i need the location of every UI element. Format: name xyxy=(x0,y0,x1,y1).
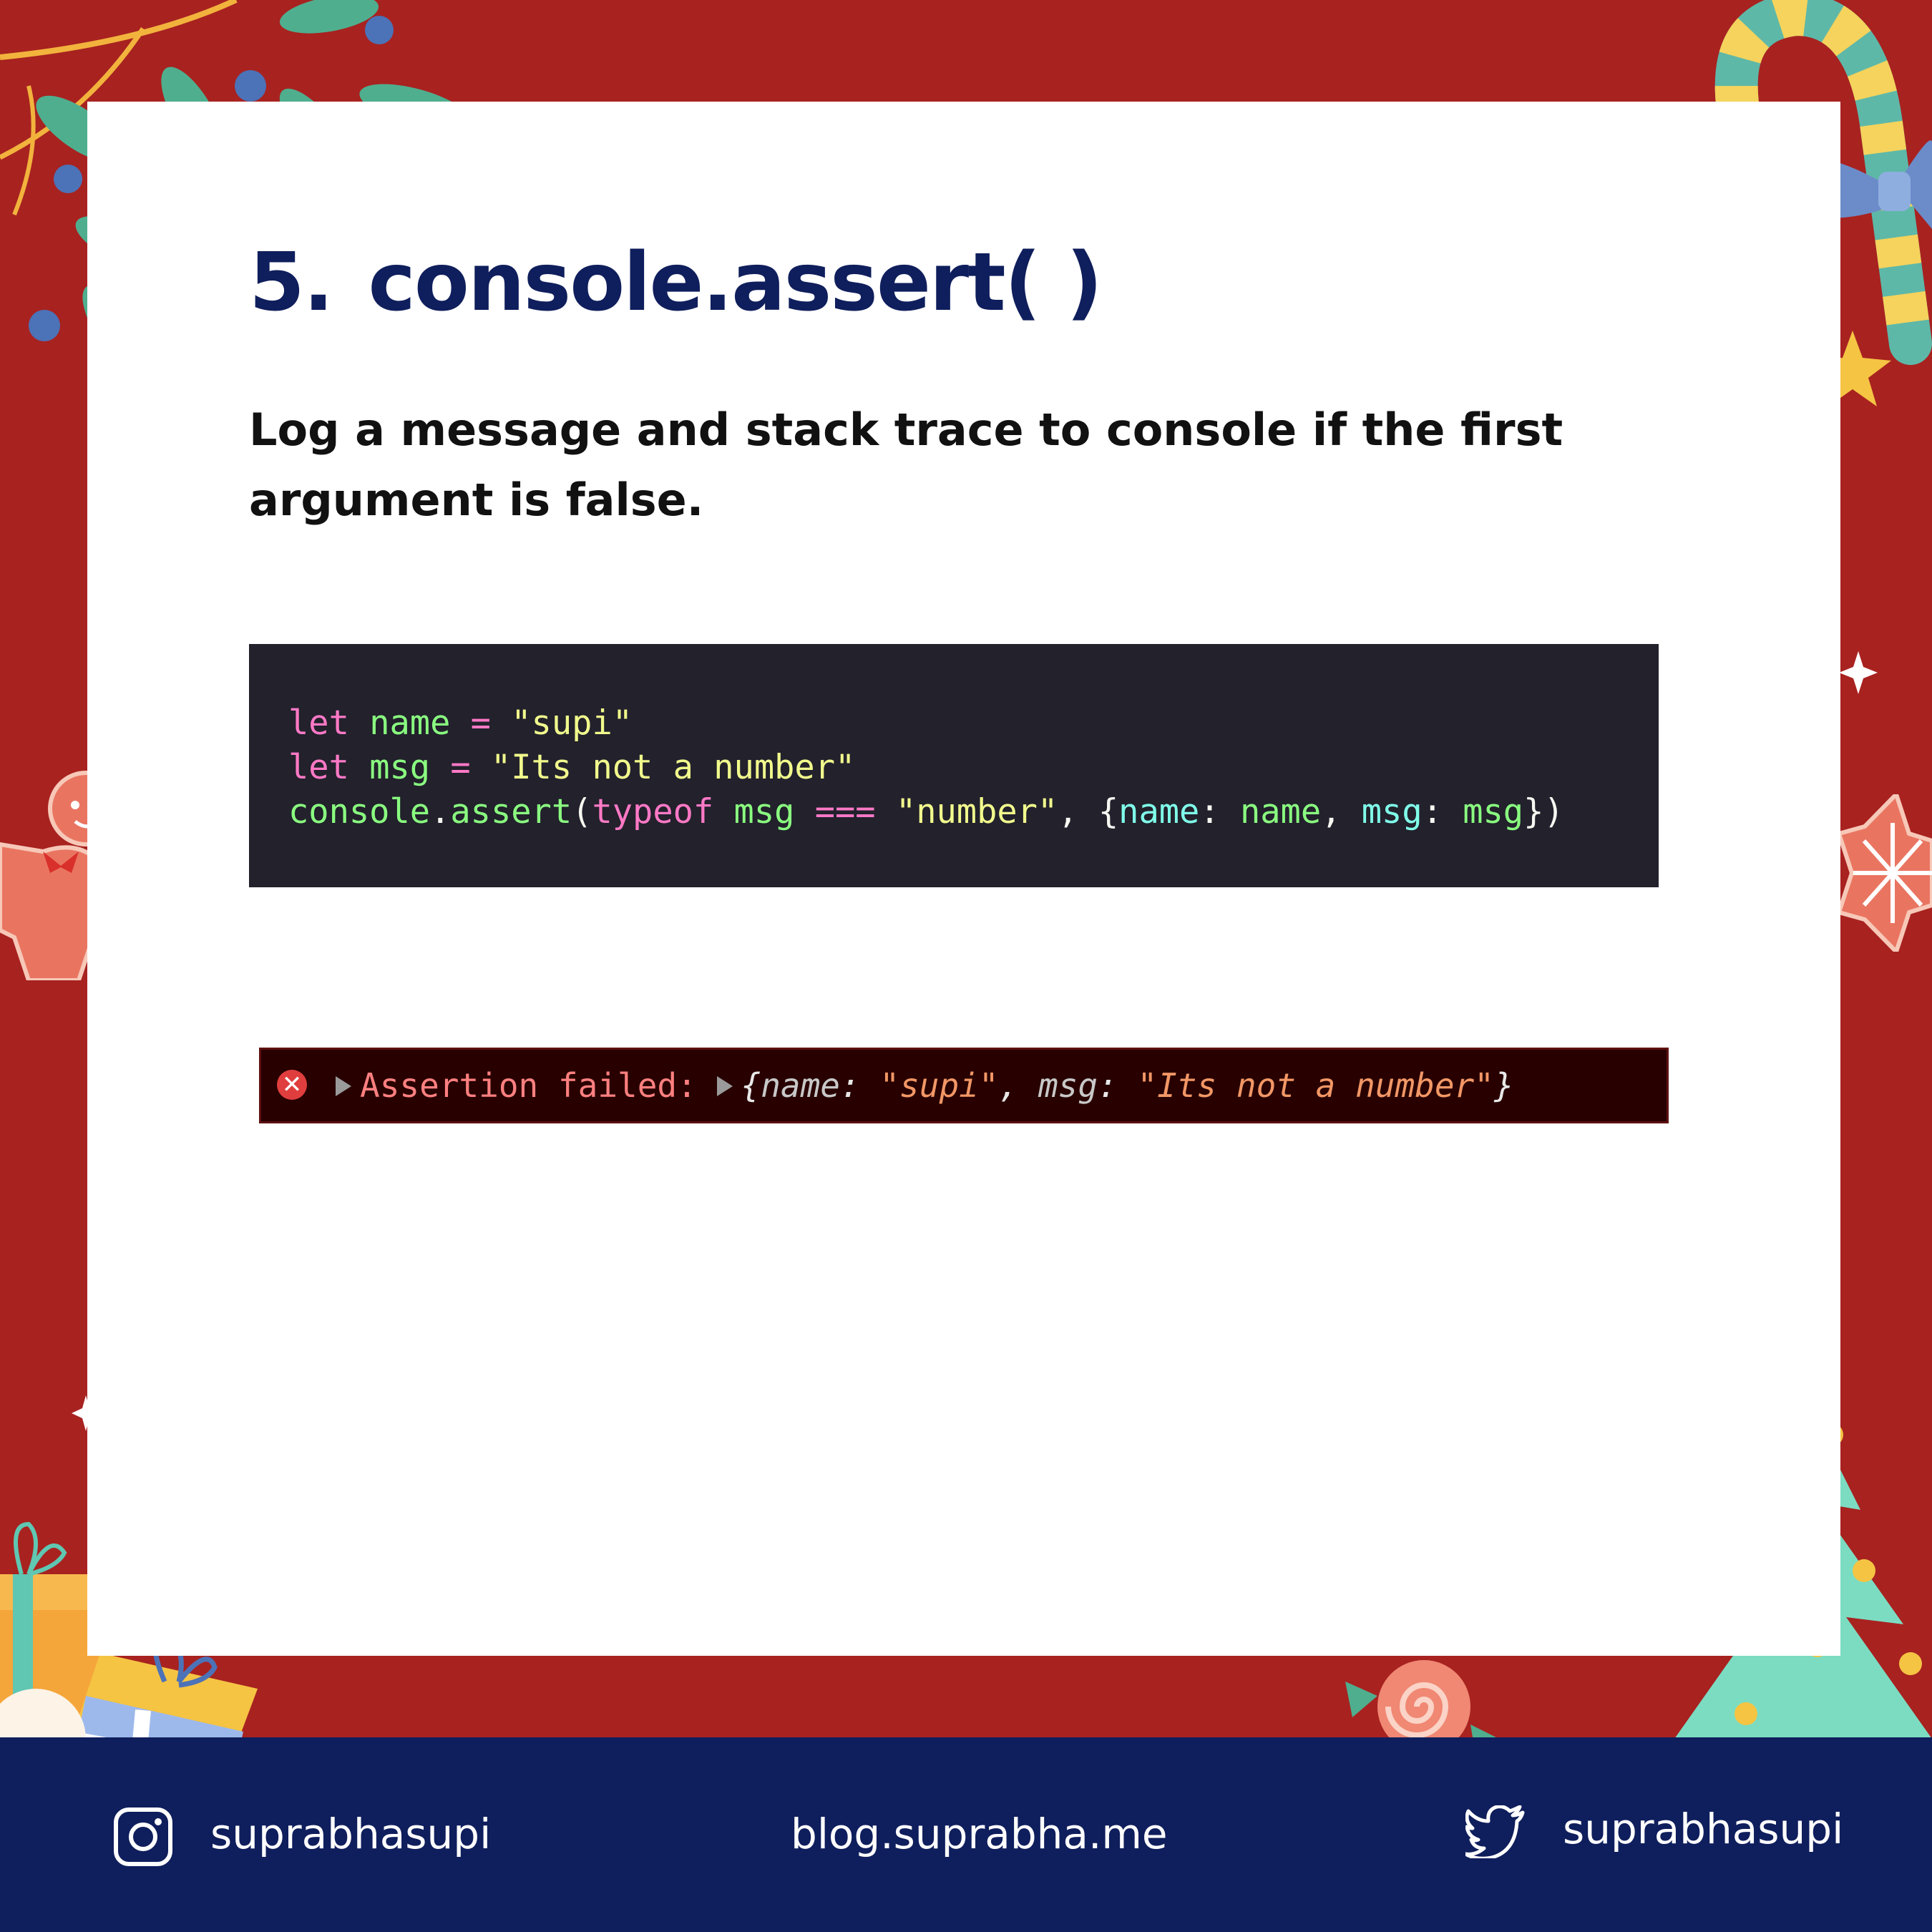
code-token: msg xyxy=(369,748,431,787)
twitter-icon xyxy=(1463,1805,1525,1860)
code-token: msg xyxy=(1361,792,1423,831)
slide-title: 5. console.assert( ) xyxy=(249,236,1103,329)
error-message: Assertion failed: {name: "supi", msg: "I… xyxy=(336,1050,1514,1121)
code-token: = xyxy=(450,703,512,743)
code-token: : xyxy=(1199,792,1240,831)
code-token: typeof xyxy=(592,792,714,831)
code-token: "supi" xyxy=(511,703,633,743)
code-token: = xyxy=(430,748,491,787)
object-value-name: "supi" xyxy=(879,1066,999,1105)
snowflake-cookie-decoration xyxy=(1839,794,1932,952)
assertion-label: Assertion failed: xyxy=(360,1066,697,1105)
code-token: name xyxy=(1118,792,1200,831)
twitter-link[interactable]: suprabhasupi xyxy=(1463,1800,1844,1860)
object-key-name: name xyxy=(761,1066,840,1105)
code-token: . xyxy=(430,792,451,831)
code-token: , { xyxy=(1058,792,1119,831)
code-token: assert xyxy=(450,792,572,831)
code-line: let name = "supi" xyxy=(288,701,1659,746)
code-token: msg xyxy=(733,792,795,831)
object-comma: , xyxy=(998,1066,1038,1105)
code-line: console.assert(typeof msg === "number", … xyxy=(288,790,1659,834)
slide-number: 5. xyxy=(249,236,333,329)
code-line: let msg = "Its not a number" xyxy=(288,746,1659,790)
code-token: === xyxy=(794,792,896,831)
instagram-link[interactable]: suprabhasupi xyxy=(113,1805,492,1866)
error-x-icon: ✕ xyxy=(277,1070,307,1100)
expand-object-triangle-icon[interactable] xyxy=(716,1075,733,1096)
object-close-brace: } xyxy=(1493,1066,1514,1105)
code-token: "number" xyxy=(895,792,1058,831)
swirl-candy-decoration xyxy=(1345,1660,1499,1746)
footer-bar: suprabhasupi blog.suprabha.me suprabhasu… xyxy=(0,1737,1932,1932)
object-sep-1: : xyxy=(840,1066,880,1105)
code-token: let xyxy=(288,748,349,787)
sparkle-right-decoration xyxy=(1839,651,1878,694)
blog-link[interactable]: blog.suprabha.me xyxy=(791,1805,1168,1863)
code-token: : xyxy=(1422,792,1463,831)
slide-subtitle: Log a message and stack trace to console… xyxy=(249,404,1563,526)
slide-title-text: console.assert( ) xyxy=(368,236,1103,329)
instagram-icon xyxy=(114,1807,172,1866)
object-key-msg: msg xyxy=(1038,1066,1098,1105)
code-token: msg xyxy=(1463,792,1524,831)
code-token: }) xyxy=(1523,792,1564,831)
twitter-handle: suprabhasupi xyxy=(1563,1805,1844,1853)
code-token: ( xyxy=(572,792,592,831)
code-token: let xyxy=(288,703,349,743)
code-token: name xyxy=(369,703,451,743)
object-open-brace: { xyxy=(741,1066,761,1105)
expand-triangle-icon[interactable] xyxy=(336,1075,351,1096)
code-token: "Its not a number" xyxy=(490,748,856,787)
console-error-row: ✕ Assertion failed: {name: "supi", msg: … xyxy=(259,1048,1669,1123)
object-sep-2: : xyxy=(1098,1066,1138,1105)
code-token: , xyxy=(1321,792,1362,831)
instagram-handle: suprabhasupi xyxy=(210,1810,492,1858)
code-token: console xyxy=(288,792,431,831)
object-value-msg: "Its not a number" xyxy=(1137,1066,1494,1105)
code-token: name xyxy=(1239,792,1322,831)
code-block: let name = "supi" let msg = "Its not a nu… xyxy=(249,644,1659,887)
